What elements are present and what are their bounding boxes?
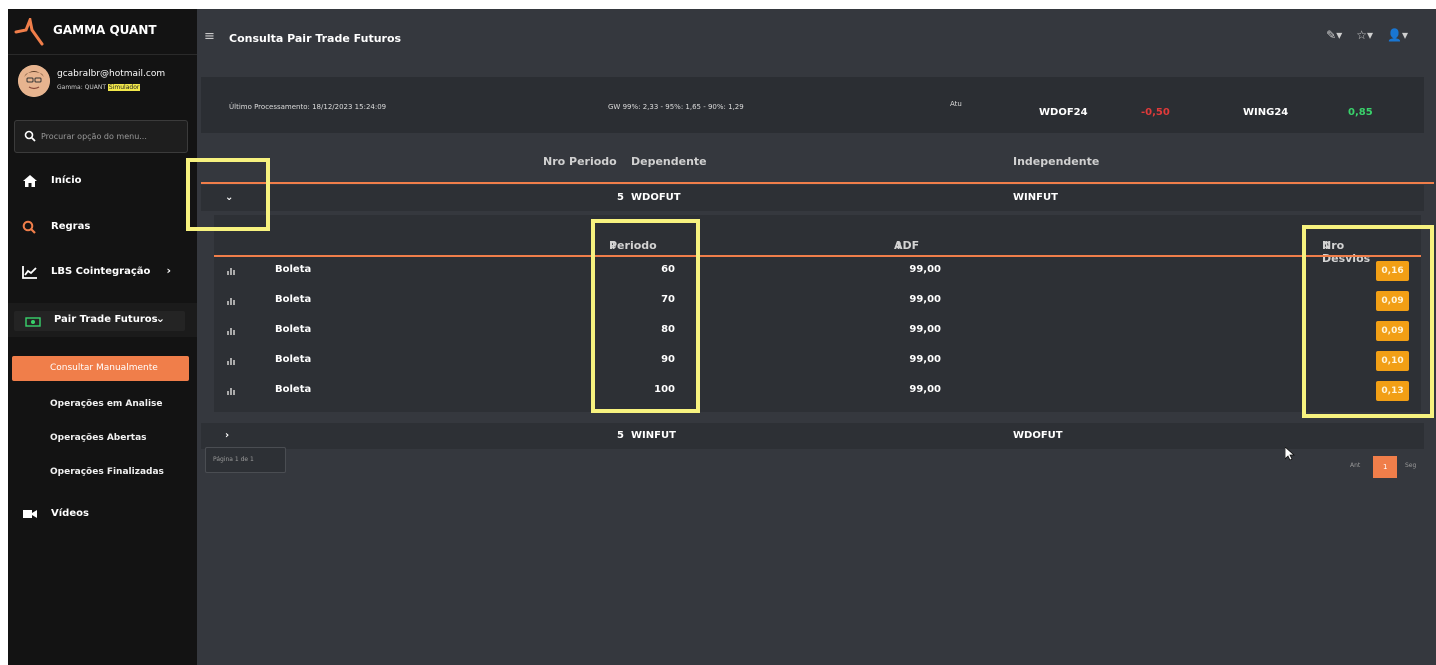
- brand-name: GAMMA QUANT: [53, 23, 157, 37]
- cell-dependente: WINFUT: [631, 430, 676, 441]
- user-plan-badge: Simulador: [107, 84, 141, 91]
- boleta-link[interactable]: Boleta: [275, 324, 311, 335]
- boleta-link[interactable]: Boleta: [275, 354, 311, 365]
- atu-label[interactable]: Atu: [950, 100, 962, 108]
- sidebar-subitem-label: Operações Finalizadas: [50, 467, 164, 477]
- symbol-1: WDOF24: [1039, 107, 1088, 118]
- chart-icon[interactable]: [227, 386, 237, 395]
- sidebar-item-inicio[interactable]: Início: [8, 164, 197, 198]
- table-row: Boleta 90 99,00 0,10: [214, 346, 1421, 376]
- expand-row-icon[interactable]: ›: [225, 430, 229, 441]
- sidebar-item-videos[interactable]: Vídeos: [8, 497, 197, 531]
- search-icon: [24, 130, 36, 142]
- last-processing-text: Último Processamento: 18/12/2023 15:24:0…: [229, 103, 387, 111]
- user-email: gcabralbr@hotmail.com: [57, 69, 166, 79]
- sidebar-item-label: Pair Trade Futuros: [54, 314, 158, 325]
- boleta-link[interactable]: Boleta: [275, 384, 311, 395]
- sidebar-subitem-operacoes-finalizadas[interactable]: Operações Finalizadas: [8, 459, 197, 487]
- cell-adf: 99,00: [909, 294, 941, 305]
- hamburger-menu-icon[interactable]: ≡: [204, 29, 215, 44]
- sidebar-subitem-label: Operações Abertas: [50, 433, 147, 443]
- table-row[interactable]: › 5 WINFUT WDOFUT: [201, 423, 1424, 449]
- user-plan-prefix: Gamma: QUANT: [57, 84, 106, 91]
- cell-adf: 99,00: [909, 384, 941, 395]
- mouse-cursor-icon: [1285, 447, 1295, 461]
- sidebar-item-label: LBS Cointegração: [51, 266, 151, 277]
- sidebar: GAMMA QUANT gcabralbr@hotmail.com Gamma:…: [8, 9, 197, 665]
- sort-icon[interactable]: ↕: [894, 239, 903, 252]
- chart-icon[interactable]: [227, 356, 237, 365]
- user-plan: Gamma: QUANT Simulador: [57, 84, 141, 91]
- sidebar-item-pair-trade-futuros[interactable]: Pair Trade Futuros ⌄: [8, 303, 197, 337]
- sidebar-subitem-label: Consultar Manualmente: [50, 363, 158, 373]
- symbol-1-value: -0,50: [1141, 107, 1170, 118]
- symbol-2: WING24: [1243, 107, 1289, 118]
- pager-next[interactable]: Seg: [1405, 462, 1416, 469]
- chart-line-icon: [22, 266, 37, 279]
- user-panel: gcabralbr@hotmail.com Gamma: QUANT Simul…: [8, 55, 197, 111]
- sidebar-item-label: Vídeos: [51, 508, 89, 519]
- brush-icon[interactable]: ✎▾: [1326, 28, 1342, 42]
- sidebar-subitem-consultar-manualmente[interactable]: Consultar Manualmente: [12, 356, 189, 381]
- sidebar-subitem-label: Operações em Analise: [50, 399, 163, 409]
- cell-dependente: WDOFUT: [631, 192, 681, 203]
- sidebar-item-label: Início: [51, 175, 82, 186]
- search-icon: [22, 220, 36, 234]
- cell-adf: 99,00: [909, 264, 941, 275]
- chevron-right-icon: ›: [166, 264, 171, 277]
- table-row: Boleta 80 99,00 0,09: [214, 316, 1421, 346]
- table-row[interactable]: ⌄ 5 WDOFUT WINFUT: [201, 185, 1424, 211]
- processing-info-bar: Último Processamento: 18/12/2023 15:24:0…: [201, 77, 1424, 133]
- gw-text: GW 99%: 2,33 - 95%: 1,65 - 90%: 1,29: [608, 103, 744, 111]
- chart-icon[interactable]: [227, 296, 237, 305]
- boleta-link[interactable]: Boleta: [275, 294, 311, 305]
- highlight-box-desvios: [1302, 225, 1434, 418]
- header-divider: [201, 182, 1434, 184]
- highlight-box-expand: [186, 158, 270, 231]
- sidebar-item-label: Regras: [51, 221, 91, 232]
- column-header-independente[interactable]: Independente: [1013, 155, 1099, 168]
- brand[interactable]: GAMMA QUANT: [8, 9, 197, 55]
- video-icon: [23, 510, 37, 518]
- money-icon: [25, 317, 41, 327]
- table-row: Boleta 60 99,00 0,16: [214, 256, 1421, 286]
- menu-search: [14, 120, 188, 153]
- cell-adf: 99,00: [909, 354, 941, 365]
- logo-icon: [14, 18, 44, 46]
- detail-table: Periodo ↕ ADF ↕ Nro Desvios ↕ Boleta 60 …: [214, 215, 1421, 412]
- header-actions: ✎▾ ☆▾ 👤▾: [1312, 28, 1408, 42]
- sidebar-subitem-operacoes-abertas[interactable]: Operações Abertas: [8, 425, 197, 453]
- pager-info-text: Página 1 de 1: [213, 456, 254, 463]
- avatar[interactable]: [18, 65, 50, 97]
- chart-icon[interactable]: [227, 266, 237, 275]
- pager-current-page-label: 1: [1383, 463, 1388, 471]
- pager-prev[interactable]: Ant: [1350, 462, 1360, 469]
- pager-current-page[interactable]: 1: [1373, 456, 1397, 478]
- boleta-link[interactable]: Boleta: [275, 264, 311, 275]
- column-header-dependente[interactable]: Dependente: [631, 155, 707, 168]
- chart-icon[interactable]: [227, 326, 237, 335]
- table-row: Boleta 100 99,00 0,13: [214, 376, 1421, 406]
- column-header-nro-periodo[interactable]: Nro Periodo: [543, 155, 617, 168]
- cell-independente: WDOFUT: [1013, 430, 1063, 441]
- pager-info: Página 1 de 1: [205, 447, 286, 473]
- grid-header: Nro Periodo Dependente Independente: [201, 150, 1424, 174]
- page-header: ≡ Consulta Pair Trade Futuros ✎▾ ☆▾ 👤▾: [189, 20, 1428, 60]
- cell-nro-periodo: 5: [617, 430, 624, 441]
- star-icon[interactable]: ☆▾: [1356, 28, 1373, 42]
- home-icon: [23, 175, 37, 187]
- chevron-down-icon: ⌄: [155, 312, 165, 325]
- symbol-2-value: 0,85: [1348, 107, 1373, 118]
- sidebar-item-regras[interactable]: Regras: [8, 210, 197, 244]
- user-icon[interactable]: 👤▾: [1387, 28, 1408, 42]
- cell-nro-periodo: 5: [617, 192, 624, 203]
- page-title: Consulta Pair Trade Futuros: [229, 32, 402, 45]
- cell-adf: 99,00: [909, 324, 941, 335]
- highlight-box-periodo: [591, 219, 700, 413]
- sidebar-subitem-operacoes-analise[interactable]: Operações em Analise: [8, 391, 197, 419]
- sidebar-item-lbs-cointegracao[interactable]: LBS Cointegração ›: [8, 255, 197, 289]
- cell-independente: WINFUT: [1013, 192, 1058, 203]
- menu-search-input[interactable]: [39, 127, 183, 146]
- table-row: Boleta 70 99,00 0,09: [214, 286, 1421, 316]
